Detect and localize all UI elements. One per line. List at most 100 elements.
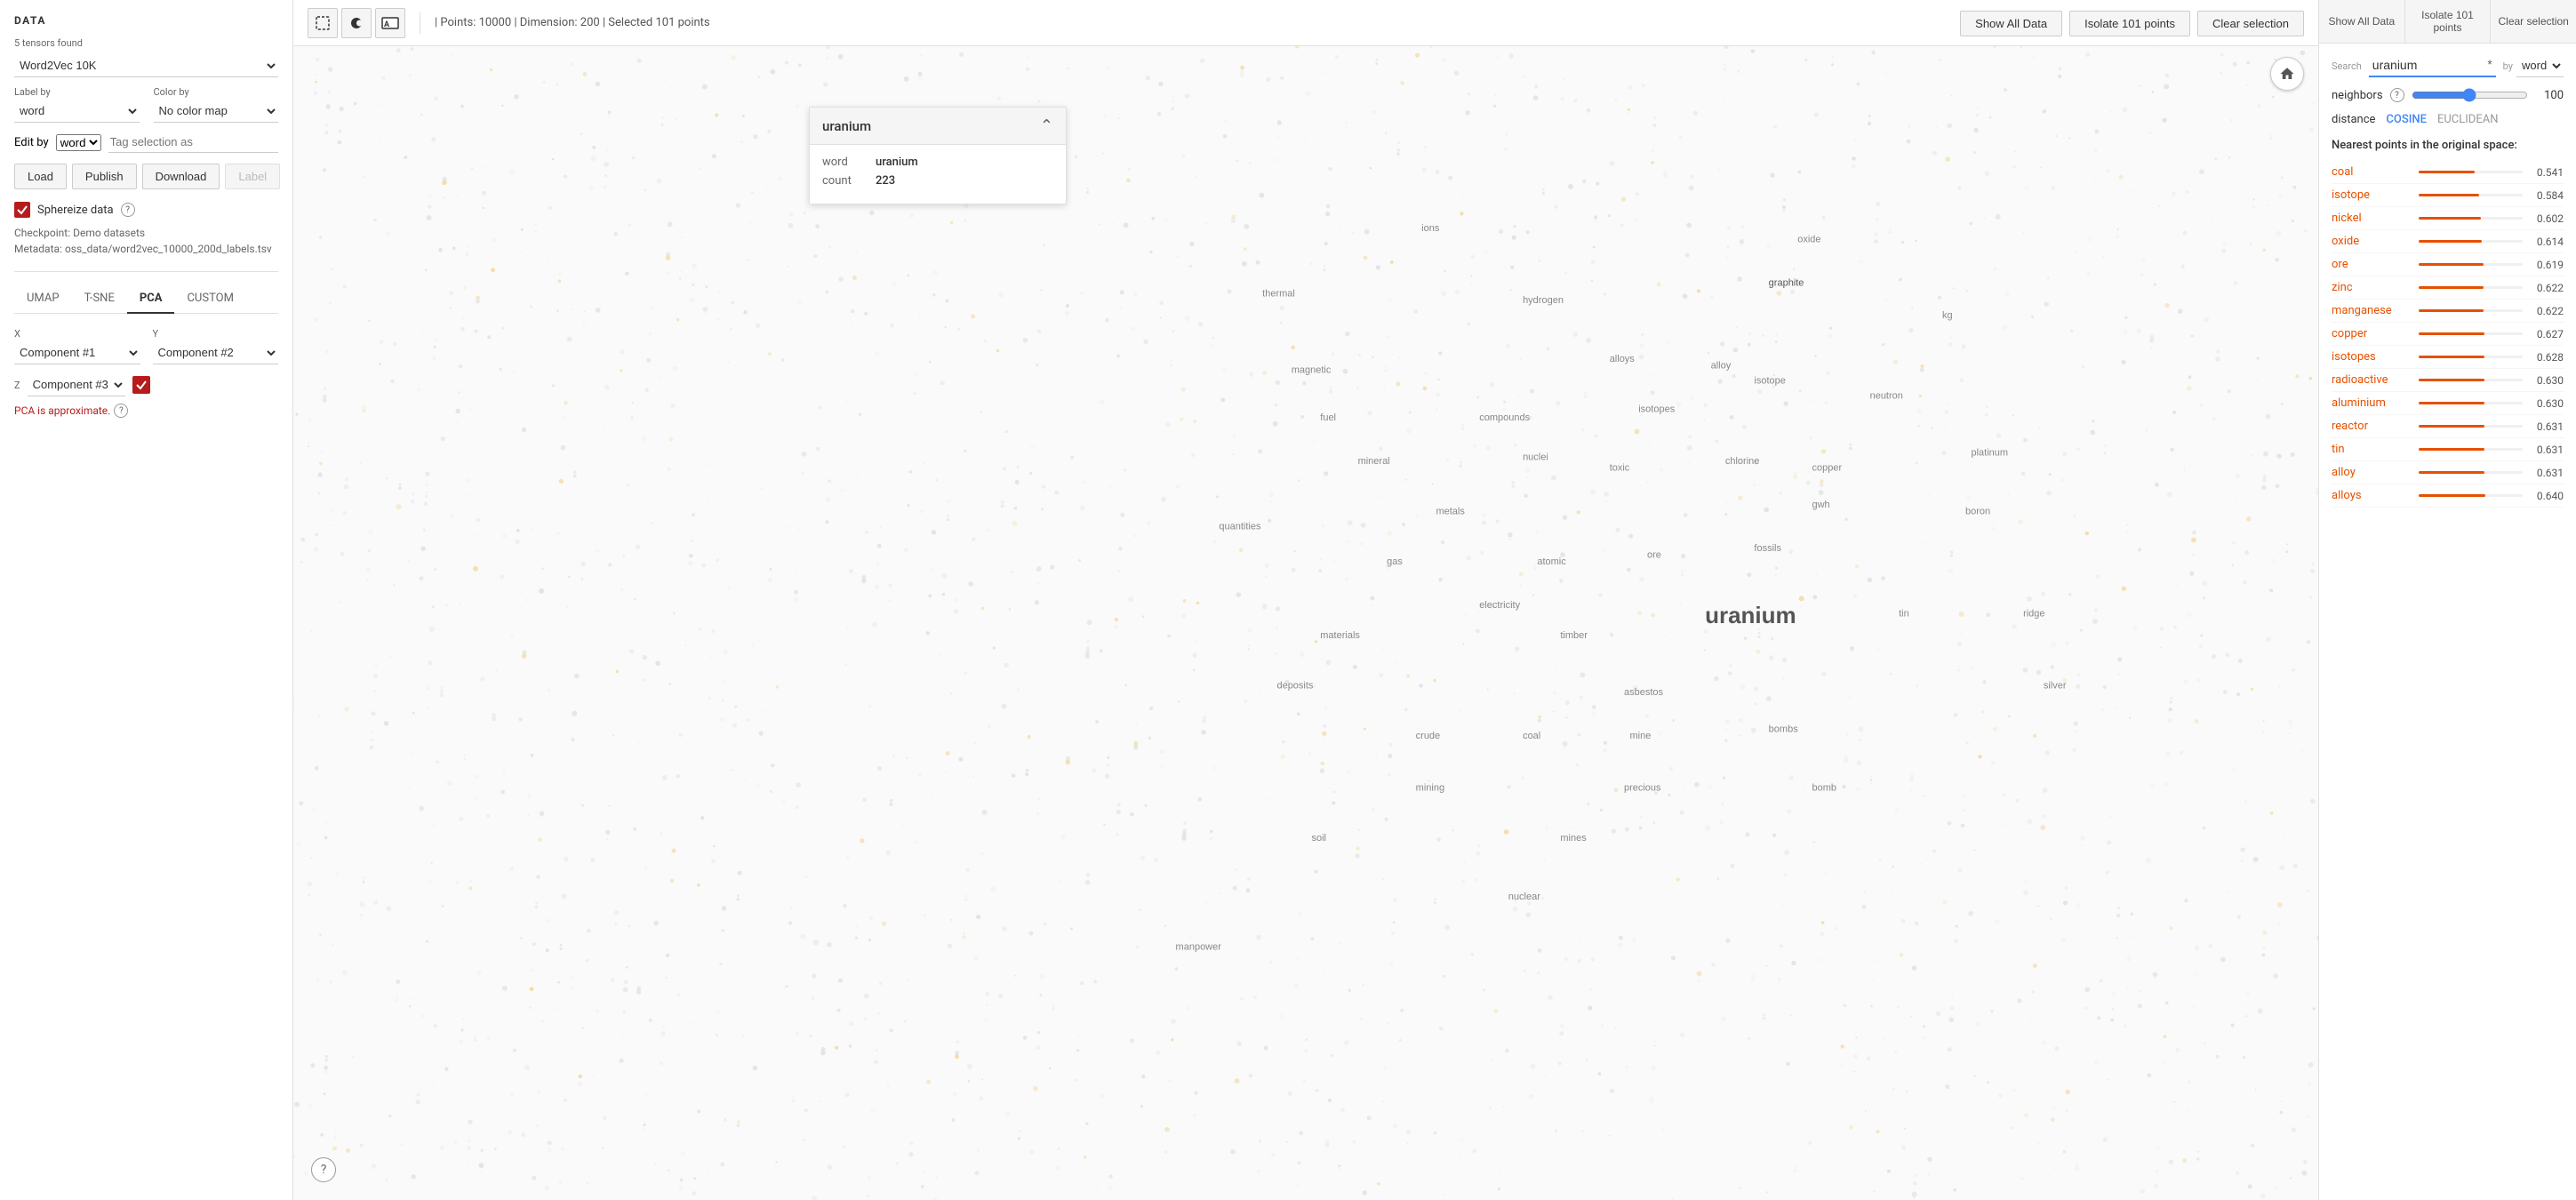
popup-card: uranium ⌃ worduraniumcount223	[809, 107, 1067, 204]
clear-selection-button[interactable]: Clear selection	[2197, 11, 2304, 36]
popup-val: 223	[876, 174, 895, 188]
svg-text:coal: coal	[1523, 731, 1540, 741]
nearest-word[interactable]: coal	[2332, 165, 2412, 179]
nearest-list: coal 0.541 isotope 0.584 nickel 0.602 ox…	[2332, 161, 2564, 508]
nearest-word[interactable]: zinc	[2332, 281, 2412, 294]
z-axis-checkbox[interactable]	[132, 376, 150, 394]
svg-text:alloys: alloys	[1610, 354, 1636, 364]
neighbors-slider[interactable]	[2412, 88, 2528, 102]
nearest-word[interactable]: radioactive	[2332, 373, 2412, 387]
sphereize-label: Sphereize data	[37, 204, 114, 217]
popup-key: word	[822, 156, 865, 169]
label-button[interactable]: Label	[225, 164, 280, 189]
search-by-label: by	[2503, 60, 2513, 72]
tab-tsne[interactable]: T-SNE	[72, 284, 127, 314]
tab-custom[interactable]: CUSTOM	[174, 284, 245, 314]
nearest-word[interactable]: ore	[2332, 258, 2412, 271]
label-by-group: Label by word	[14, 86, 140, 123]
svg-text:graphite: graphite	[1769, 277, 1804, 288]
isolate-points-button[interactable]: Isolate 101 points	[2069, 11, 2190, 36]
nearest-word[interactable]: aluminium	[2332, 396, 2412, 410]
nearest-bar	[2419, 171, 2475, 173]
show-all-data-rp-button[interactable]: Show All Data	[2319, 0, 2405, 43]
label-by-select[interactable]: word	[14, 100, 140, 123]
nearest-word[interactable]: manganese	[2332, 304, 2412, 317]
topbar-info: | Points: 10000 | Dimension: 200 | Selec…	[435, 16, 710, 29]
nearest-item: aluminium 0.630	[2332, 392, 2564, 415]
scatter-plot[interactable]: ionsoxidethermalhydrogengraphitemagnetic…	[293, 46, 2318, 1200]
home-button[interactable]	[2270, 57, 2304, 91]
clear-rp-button[interactable]: Clear selection	[2491, 0, 2576, 43]
euclidean-distance-option[interactable]: EUCLIDEAN	[2437, 113, 2499, 126]
nearest-word[interactable]: tin	[2332, 443, 2412, 456]
nearest-title: Nearest points in the original space:	[2332, 139, 2564, 152]
projection-tabs: UMAP T-SNE PCA CUSTOM	[14, 284, 278, 314]
show-all-data-button[interactable]: Show All Data	[1960, 11, 2062, 36]
nearest-bar-wrap	[2419, 494, 2523, 497]
svg-text:deposits: deposits	[1276, 680, 1313, 691]
canvas-area: ? ionsoxidethermalhydrogengraphitemagnet…	[293, 46, 2318, 1200]
tensor-select-row: Word2Vec 10K	[14, 54, 278, 77]
tab-pca[interactable]: PCA	[127, 284, 175, 314]
nearest-word[interactable]: alloys	[2332, 489, 2412, 502]
y-axis-select[interactable]: Component #2	[153, 341, 279, 364]
nearest-bar-wrap	[2419, 194, 2523, 196]
sphereize-help-icon[interactable]: ?	[121, 203, 135, 217]
nearest-bar	[2419, 240, 2482, 243]
selection-rect-tool[interactable]	[308, 8, 338, 38]
nearest-word[interactable]: oxide	[2332, 235, 2412, 248]
tag-selection-input[interactable]	[108, 132, 278, 153]
tensor-select[interactable]: Word2Vec 10K	[14, 54, 278, 77]
tab-umap[interactable]: UMAP	[14, 284, 72, 314]
nearest-bar	[2419, 471, 2484, 474]
svg-text:quantities: quantities	[1219, 522, 1261, 532]
nearest-item: alloys 0.640	[2332, 484, 2564, 508]
label-tool[interactable]: A	[375, 8, 405, 38]
metadata-label: Metadata:	[14, 243, 62, 255]
svg-text:silver: silver	[2044, 680, 2067, 691]
nearest-word[interactable]: nickel	[2332, 212, 2412, 225]
nearest-score: 0.640	[2530, 490, 2564, 502]
search-label: Search	[2332, 60, 2362, 72]
sidebar-divider	[14, 271, 278, 272]
nearest-bar-wrap	[2419, 471, 2523, 474]
svg-text:ions: ions	[1421, 223, 1440, 234]
svg-text:mines: mines	[1560, 833, 1587, 844]
edit-by-label: Edit by	[14, 136, 49, 149]
publish-button[interactable]: Publish	[72, 164, 137, 189]
nearest-item: coal 0.541	[2332, 161, 2564, 184]
cosine-distance-option[interactable]: COSINE	[2386, 113, 2427, 126]
search-input[interactable]	[2369, 54, 2496, 77]
z-axis-select[interactable]: Component #3	[28, 373, 125, 396]
background-dots	[293, 46, 2318, 1200]
x-axis-select[interactable]: Component #1	[14, 341, 140, 364]
checkpoint-row: Checkpoint: Demo datasets	[14, 227, 278, 239]
download-button[interactable]: Download	[142, 164, 220, 189]
nearest-bar	[2419, 494, 2485, 497]
nearest-word[interactable]: reactor	[2332, 420, 2412, 433]
svg-text:platinum: platinum	[1971, 447, 2008, 458]
edit-by-select[interactable]: word	[56, 134, 101, 151]
help-float-button[interactable]: ?	[311, 1157, 336, 1182]
neighbors-help-icon[interactable]: ?	[2390, 88, 2404, 102]
sphereize-checkbox[interactable]	[14, 202, 30, 218]
load-button[interactable]: Load	[14, 164, 67, 189]
search-by-select[interactable]: word	[2516, 54, 2564, 77]
x-axis-label: X	[14, 328, 140, 340]
nearest-word[interactable]: isotope	[2332, 188, 2412, 202]
nearest-word[interactable]: alloy	[2332, 466, 2412, 479]
y-axis-group: Y Component #2	[153, 328, 279, 364]
nearest-score: 0.631	[2530, 467, 2564, 479]
night-mode-tool[interactable]	[341, 8, 372, 38]
pca-approx-help-icon[interactable]: ?	[114, 404, 128, 418]
isolate-rp-button[interactable]: Isolate 101 points	[2405, 0, 2492, 43]
popup-close-button[interactable]: ⌃	[1040, 116, 1053, 135]
nearest-bar	[2419, 356, 2484, 358]
nearest-word[interactable]: isotopes	[2332, 350, 2412, 364]
scatter-svg: ionsoxidethermalhydrogengraphitemagnetic…	[293, 46, 2318, 1200]
nearest-bar-wrap	[2419, 332, 2523, 335]
color-by-select[interactable]: No color map	[154, 100, 279, 123]
nearest-word[interactable]: copper	[2332, 327, 2412, 340]
nearest-bar	[2419, 332, 2484, 335]
svg-text:hydrogen: hydrogen	[1523, 295, 1564, 306]
